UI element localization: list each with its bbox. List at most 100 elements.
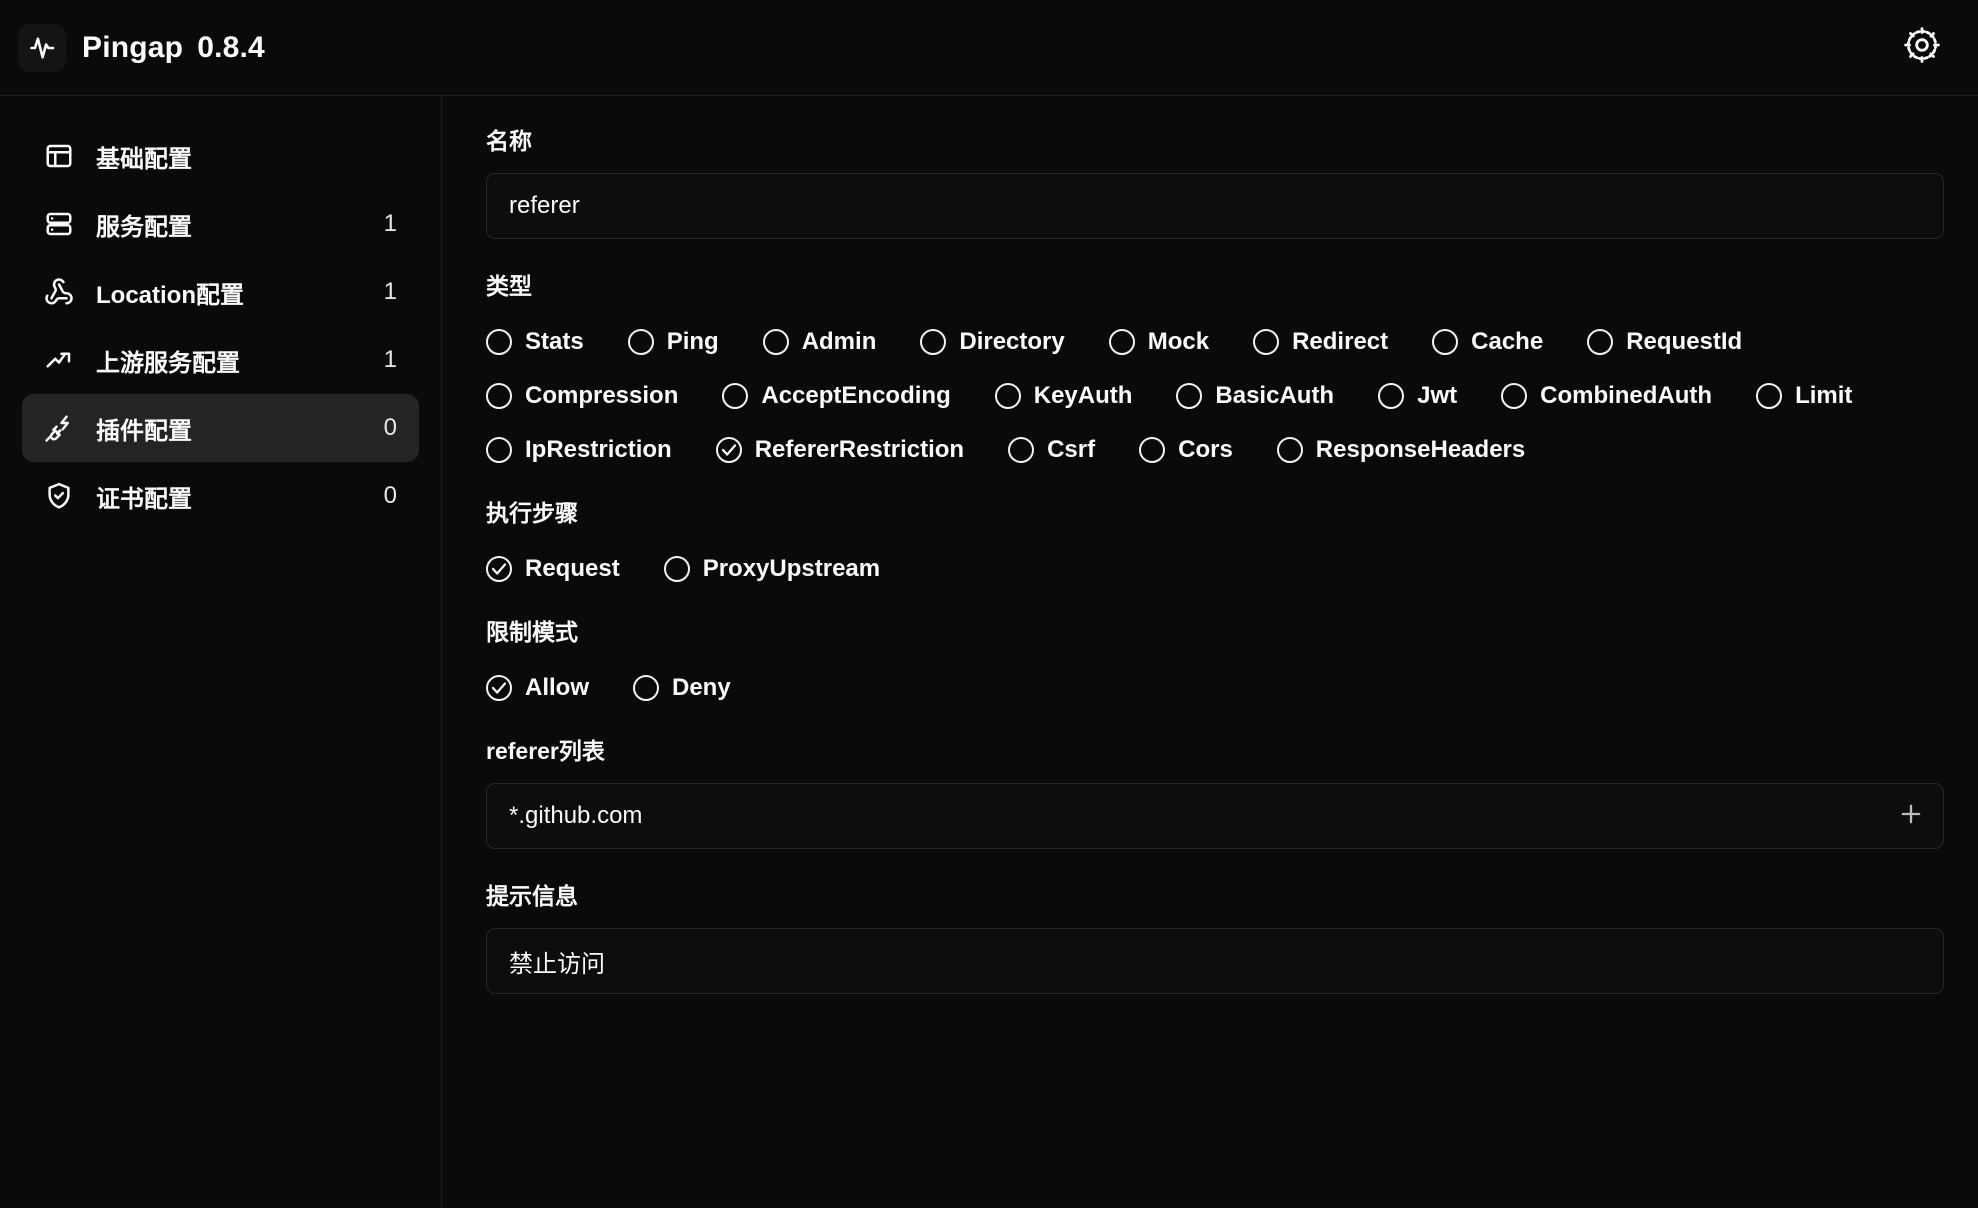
app-header: Pingap 0.8.4	[0, 0, 1978, 96]
plus-icon	[1897, 800, 1925, 833]
radio-dot	[1501, 383, 1528, 409]
mode-field-group: 限制模式 Allow Deny	[486, 613, 1944, 712]
sidebar-item-count: 1	[383, 278, 397, 305]
window-layout-icon	[44, 141, 74, 171]
step-radio-label: Request	[525, 555, 620, 582]
type-radio-responseheaders[interactable]: ResponseHeaders	[1276, 426, 1526, 474]
trending-up-icon	[44, 345, 74, 375]
type-radio-cache[interactable]: Cache	[1432, 318, 1543, 366]
type-radio-requestid[interactable]: RequestId	[1587, 318, 1742, 366]
type-radio-ping[interactable]: Ping	[627, 318, 719, 366]
type-radio-mock[interactable]: Mock	[1108, 318, 1210, 366]
type-radio-label: IpRestriction	[525, 436, 672, 463]
sidebar: 基础配置 服务配置 1 Location配置 1 上游服务配置 1 插件配置 0…	[0, 96, 442, 1208]
step-radio-proxyupstream[interactable]: ProxyUpstream	[663, 545, 880, 593]
sidebar-item-count: 0	[383, 414, 397, 441]
type-radio-label: Compression	[525, 382, 679, 409]
page-title: Pingap 0.8.4	[82, 31, 265, 65]
sidebar-item-plugin[interactable]: 插件配置 0	[22, 394, 419, 462]
referer-list-input-wrap: *.github.com	[486, 783, 1944, 849]
type-radio-directory[interactable]: Directory	[920, 318, 1065, 366]
radio-dot	[1756, 383, 1783, 409]
type-radio-jwt[interactable]: Jwt	[1378, 372, 1457, 420]
sidebar-item-count: 1	[383, 346, 397, 373]
radio-dot	[486, 383, 512, 409]
type-radio-basicauth[interactable]: BasicAuth	[1176, 372, 1334, 420]
mode-radio-label: Deny	[672, 674, 731, 701]
mode-radio-deny[interactable]: Deny	[633, 664, 731, 712]
mode-radio-allow[interactable]: Allow	[486, 664, 589, 712]
type-radio-label: Jwt	[1417, 382, 1458, 409]
type-radio-label: Ping	[666, 328, 719, 355]
type-radio-redirect[interactable]: Redirect	[1253, 318, 1388, 366]
type-field-group: 类型 Stats Ping Admin Directory Mock Redir…	[486, 267, 1944, 474]
type-radio-group: Stats Ping Admin Directory Mock Redirect…	[486, 318, 1944, 474]
type-radio-label: BasicAuth	[1215, 382, 1335, 409]
settings-button[interactable]	[1894, 20, 1950, 76]
radio-dot	[486, 329, 512, 355]
sidebar-item-server[interactable]: 服务配置 1	[22, 190, 419, 258]
sidebar-item-location[interactable]: Location配置 1	[22, 258, 419, 326]
sidebar-item-upstream[interactable]: 上游服务配置 1	[22, 326, 419, 394]
gear-icon	[1902, 25, 1942, 70]
type-radio-limit[interactable]: Limit	[1756, 372, 1852, 420]
name-field-label: 名称	[486, 128, 532, 154]
step-radio-request[interactable]: Request	[486, 545, 620, 593]
radio-dot	[762, 329, 789, 355]
mode-radio-label: Allow	[525, 674, 589, 701]
referer-list-field-group: referer列表 *.github.com	[486, 732, 1944, 849]
radio-dot	[1276, 437, 1303, 463]
type-radio-iprestriction[interactable]: IpRestriction	[486, 426, 672, 474]
mode-field-label: 限制模式	[486, 619, 578, 645]
type-radio-label: Csrf	[1047, 436, 1096, 463]
sidebar-item-basic[interactable]: 基础配置	[22, 122, 419, 190]
sidebar-item-certificate[interactable]: 证书配置 0	[22, 462, 419, 530]
name-input[interactable]: referer	[486, 173, 1944, 239]
step-field-label: 执行步骤	[486, 500, 578, 526]
sidebar-item-label: 上游服务配置	[96, 349, 240, 377]
server-icon	[44, 209, 74, 239]
radio-dot-checked	[715, 437, 742, 463]
step-radio-group: Request ProxyUpstream	[486, 545, 1944, 593]
sidebar-item-label: Location配置	[96, 281, 244, 309]
type-radio-stats[interactable]: Stats	[486, 318, 584, 366]
add-referer-button[interactable]	[1896, 801, 1926, 831]
type-field-label: 类型	[486, 273, 532, 299]
type-radio-label: Limit	[1795, 382, 1853, 409]
radio-dot	[1253, 329, 1280, 355]
plug-zap-icon	[44, 413, 74, 443]
radio-dot	[1008, 437, 1035, 463]
type-radio-cors[interactable]: Cors	[1139, 426, 1233, 474]
radio-dot	[1139, 437, 1166, 463]
message-input[interactable]: 禁止访问	[486, 928, 1944, 994]
type-radio-acceptencoding[interactable]: AcceptEncoding	[722, 372, 951, 420]
type-radio-keyauth[interactable]: KeyAuth	[994, 372, 1132, 420]
type-radio-compression[interactable]: Compression	[486, 372, 678, 420]
type-radio-label: Redirect	[1292, 328, 1389, 355]
app-name: Pingap	[82, 30, 184, 64]
type-radio-label: Directory	[959, 328, 1065, 355]
referer-list-input[interactable]: *.github.com	[486, 783, 1944, 849]
type-radio-label: RefererRestriction	[754, 436, 965, 463]
radio-dot	[722, 383, 749, 409]
type-radio-csrf[interactable]: Csrf	[1008, 426, 1095, 474]
app-root: Pingap 0.8.4 基础配置 服务配置 1 Location配置 1 上游…	[0, 0, 1978, 1208]
type-radio-admin[interactable]: Admin	[762, 318, 876, 366]
type-radio-combinedauth[interactable]: CombinedAuth	[1501, 372, 1712, 420]
type-radio-refererrestriction[interactable]: RefererRestriction	[715, 426, 965, 474]
radio-dot	[633, 675, 659, 701]
activity-pulse-icon	[18, 23, 66, 72]
message-field-group: 提示信息 禁止访问	[486, 877, 1944, 994]
name-field-group: 名称 referer	[486, 122, 1944, 239]
radio-dot	[627, 329, 654, 355]
type-radio-label: Stats	[525, 328, 584, 355]
radio-dot	[1108, 329, 1135, 355]
radio-dot	[1176, 383, 1203, 409]
type-radio-label: Cors	[1178, 436, 1233, 463]
type-radio-label: Mock	[1147, 328, 1210, 355]
brand: Pingap 0.8.4	[18, 23, 265, 72]
type-radio-label: ResponseHeaders	[1315, 436, 1526, 463]
radio-dot	[1378, 383, 1405, 409]
